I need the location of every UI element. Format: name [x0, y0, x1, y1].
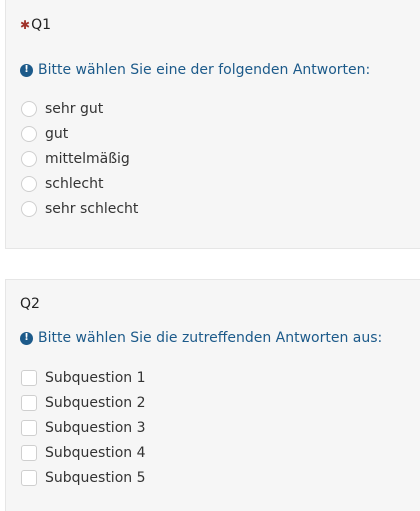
answer-list-q1: sehr gut gut mittelmäßig schlecht sehr s…	[21, 96, 138, 221]
option-label: schlecht	[45, 175, 104, 192]
info-icon: !	[20, 331, 33, 345]
radio-option[interactable]: mittelmäßig	[21, 146, 138, 171]
checkbox-option[interactable]: Subquestion 1	[21, 365, 146, 390]
radio-option[interactable]: sehr gut	[21, 96, 138, 121]
checkbox-option[interactable]: Subquestion 3	[21, 415, 146, 440]
option-label: sehr gut	[45, 100, 104, 117]
option-label: Subquestion 3	[45, 419, 146, 436]
radio-button[interactable]	[21, 200, 37, 217]
question-help-q2: ! Bitte wählen Sie die zutreffenden Antw…	[20, 330, 382, 346]
answer-list-q2: Subquestion 1 Subquestion 2 Subquestion …	[21, 365, 146, 490]
radio-option[interactable]: schlecht	[21, 171, 138, 196]
radio-option[interactable]: sehr schlecht	[21, 196, 138, 221]
checkbox[interactable]	[21, 394, 37, 411]
option-label: gut	[45, 125, 69, 142]
checkbox[interactable]	[21, 469, 37, 486]
mandatory-asterisk-icon: ✱	[20, 18, 31, 32]
info-icon: !	[20, 63, 33, 77]
radio-button[interactable]	[21, 150, 37, 167]
survey-page: ✱ Q1 ! Bitte wählen Sie eine der folgend…	[0, 0, 420, 511]
radio-button[interactable]	[21, 175, 37, 192]
option-label: mittelmäßig	[45, 150, 130, 167]
radio-option[interactable]: gut	[21, 121, 138, 146]
option-label: Subquestion 2	[45, 394, 146, 411]
radio-button[interactable]	[21, 125, 37, 142]
option-label: Subquestion 4	[45, 444, 146, 461]
checkbox-option[interactable]: Subquestion 2	[21, 390, 146, 415]
checkbox[interactable]	[21, 369, 37, 386]
question-code: Q1	[31, 17, 51, 33]
question-q1: ✱ Q1 ! Bitte wählen Sie eine der folgend…	[5, 0, 420, 249]
help-text: Bitte wählen Sie eine der folgenden Antw…	[38, 62, 371, 78]
help-text: Bitte wählen Sie die zutreffenden Antwor…	[38, 330, 383, 346]
checkbox-option[interactable]: Subquestion 5	[21, 465, 146, 490]
checkbox[interactable]	[21, 444, 37, 461]
checkbox[interactable]	[21, 419, 37, 436]
question-help-q1: ! Bitte wählen Sie eine der folgenden An…	[20, 62, 370, 78]
checkbox-option[interactable]: Subquestion 4	[21, 440, 146, 465]
question-q2: Q2 ! Bitte wählen Sie die zutreffenden A…	[5, 279, 420, 511]
question-title-q1: ✱ Q1	[20, 17, 51, 33]
radio-button[interactable]	[21, 100, 37, 117]
option-label: Subquestion 1	[45, 369, 146, 386]
option-label: Subquestion 5	[45, 469, 146, 486]
option-label: sehr schlecht	[45, 200, 139, 217]
question-title-q2: Q2	[20, 296, 40, 312]
question-code: Q2	[20, 296, 40, 312]
